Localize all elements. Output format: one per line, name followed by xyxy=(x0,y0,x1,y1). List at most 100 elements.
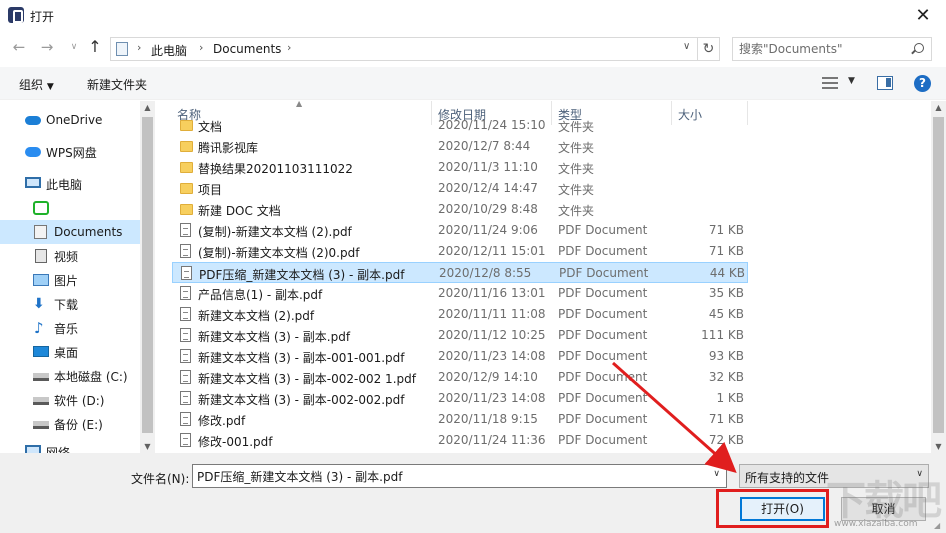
preview-pane-icon[interactable] xyxy=(877,76,893,90)
sidebar-item-desktop[interactable]: 桌面 xyxy=(0,340,140,364)
desktop-icon xyxy=(33,346,49,357)
file-row[interactable]: 修改.pdf 2020/11/18 9:15 PDF Document 71 KB xyxy=(172,409,748,430)
scroll-up-icon[interactable]: ▲ xyxy=(931,103,946,112)
file-row[interactable]: 替换结果20201103111022 2020/11/3 11:10 文件夹 xyxy=(172,157,748,178)
scroll-down-icon[interactable]: ▼ xyxy=(931,442,946,451)
sort-ascending-icon: ▲ xyxy=(296,101,303,108)
scrollbar-thumb[interactable] xyxy=(933,117,944,433)
address-bar[interactable]: › 此电脑 › Documents › ∨ xyxy=(110,37,698,61)
file-date: 2020/12/8 8:55 xyxy=(439,266,532,280)
help-icon[interactable]: ? xyxy=(914,75,931,92)
scrollbar-thumb[interactable] xyxy=(142,117,153,433)
file-date: 2020/12/9 14:10 xyxy=(438,370,538,384)
file-name: 新建文本文档 (3) - 副本-002-002.pdf xyxy=(198,393,405,407)
arrow-left-icon[interactable]: ← xyxy=(11,39,27,55)
file-date: 2020/11/24 11:36 xyxy=(438,433,546,447)
file-date: 2020/11/23 14:08 xyxy=(438,391,546,405)
arrow-up-icon[interactable]: ↑ xyxy=(87,39,103,55)
sidebar-item-music[interactable]: ♪ 音乐 xyxy=(0,316,140,340)
file-row[interactable]: 新建文本文档 (3) - 副本.pdf 2020/11/12 10:25 PDF D… xyxy=(172,325,748,346)
file-date: 2020/11/16 13:01 xyxy=(438,286,546,300)
file-row[interactable]: 腾讯影视库 2020/12/7 8:44 文件夹 xyxy=(172,136,748,157)
file-list-scrollbar[interactable]: ▲ ▼ xyxy=(931,101,946,453)
file-type: PDF Document xyxy=(558,223,648,237)
address-dropdown-icon[interactable]: ∨ xyxy=(683,41,690,52)
file-row[interactable]: 新建文本文档 (2).pdf 2020/11/11 11:08 PDF Docume… xyxy=(172,304,748,325)
sidebar-item-downloads[interactable]: ⬇ 下载 xyxy=(0,292,140,316)
search-icon[interactable] xyxy=(914,43,924,53)
file-row[interactable]: (复制)-新建文本文档 (2).pdf 2020/11/24 9:06 PDF Do… xyxy=(172,220,748,241)
file-size: 72 KB xyxy=(708,433,744,447)
sidebar-item-wps[interactable]: WPS网盘 xyxy=(0,140,140,164)
filename-combobox[interactable]: ∨ xyxy=(192,464,727,488)
sidebar-item-label: Documents xyxy=(54,225,123,239)
file-row[interactable]: (复制)-新建文本文档 (2)0.pdf 2020/12/11 15:01 PDF … xyxy=(172,241,748,262)
file-type: PDF Document xyxy=(558,433,648,447)
sidebar-item-videos[interactable]: 视频 xyxy=(0,244,140,268)
refresh-icon[interactable]: ↻ xyxy=(698,37,720,61)
navigation-scrollbar[interactable]: ▲ ▼ xyxy=(140,101,155,453)
pdf-file-icon xyxy=(180,433,191,447)
file-type: 文件夹 xyxy=(558,204,595,218)
view-dropdown-icon[interactable]: ▼ xyxy=(848,76,855,86)
chevron-down-icon[interactable]: ∨ xyxy=(66,39,82,55)
file-name: 新建 DOC 文档 xyxy=(198,204,281,218)
file-type: PDF Document xyxy=(558,328,648,342)
new-folder-button[interactable]: 新建文件夹 xyxy=(87,76,147,93)
breadcrumb-this-pc[interactable]: 此电脑 xyxy=(151,42,187,59)
breadcrumb-separator-icon[interactable]: › xyxy=(137,41,141,54)
close-button[interactable]: ✕ xyxy=(900,0,946,31)
sidebar-item-drive-d[interactable]: 软件 (D:) xyxy=(0,388,140,412)
file-row[interactable]: PDF压缩_新建文本文档 (3) - 副本.pdf 2020/12/8 8:55 P… xyxy=(172,262,748,283)
sidebar-item-this-pc[interactable]: 此电脑 xyxy=(0,172,140,196)
arrow-right-icon[interactable]: → xyxy=(39,39,55,55)
pdf-file-icon xyxy=(180,286,191,300)
file-type: PDF Document xyxy=(558,244,648,258)
file-type: PDF Document xyxy=(558,412,648,426)
sidebar-item-onedrive[interactable]: OneDrive xyxy=(0,108,140,132)
caret-down-icon: ▼ xyxy=(46,82,54,92)
sidebar-item-pictures[interactable]: 图片 xyxy=(0,268,140,292)
file-date: 2020/11/24 9:06 xyxy=(438,223,538,237)
view-options-icon[interactable] xyxy=(822,76,838,90)
file-date: 2020/10/29 8:48 xyxy=(438,202,538,216)
scroll-up-icon[interactable]: ▲ xyxy=(140,103,155,112)
search-input[interactable] xyxy=(739,41,899,57)
file-name: 腾讯影视库 xyxy=(198,141,259,155)
file-row[interactable]: 修改-001.pdf 2020/11/24 11:36 PDF Document 72… xyxy=(172,430,748,451)
breadcrumb-separator-icon[interactable]: › xyxy=(287,41,291,54)
chevron-down-icon[interactable]: ∨ xyxy=(713,469,720,479)
sidebar-item-drive-e[interactable]: 备份 (E:) xyxy=(0,412,140,436)
file-row[interactable]: 新建 DOC 文档 2020/10/29 8:48 文件夹 xyxy=(172,199,748,220)
file-size: 71 KB xyxy=(708,412,744,426)
file-type: PDF Document xyxy=(558,307,648,321)
sidebar-item-documents[interactable]: Documents xyxy=(0,220,140,244)
search-box[interactable] xyxy=(732,37,932,61)
file-type: 文件夹 xyxy=(558,141,595,155)
app-icon xyxy=(8,7,24,23)
breadcrumb-separator-icon[interactable]: › xyxy=(199,41,203,54)
download-icon: ⬇ xyxy=(33,296,45,312)
file-name: 修改-001.pdf xyxy=(198,435,273,449)
sidebar-item-app[interactable] xyxy=(0,196,140,220)
filename-input[interactable] xyxy=(197,468,697,484)
file-row[interactable]: 文档 2020/11/24 15:10 文件夹 xyxy=(172,115,748,136)
pdf-file-icon xyxy=(180,307,191,321)
file-row[interactable]: 新建文本文档 (3) - 副本-001-001.pdf 2020/11/23 14… xyxy=(172,346,748,367)
drive-icon xyxy=(33,373,49,381)
file-row[interactable]: 新建文本文档 (3) - 副本-002-002.pdf 2020/11/23 14… xyxy=(172,388,748,409)
file-date: 2020/11/12 10:25 xyxy=(438,328,546,342)
folder-icon xyxy=(180,120,193,131)
file-name: PDF压缩_新建文本文档 (3) - 副本.pdf xyxy=(199,268,405,282)
file-row[interactable]: 项目 2020/12/4 14:47 文件夹 xyxy=(172,178,748,199)
organize-button[interactable]: 组织 ▼ xyxy=(19,76,54,93)
scroll-down-icon[interactable]: ▼ xyxy=(140,442,155,451)
sidebar-item-drive-c[interactable]: 本地磁盘 (C:) xyxy=(0,364,140,388)
pdf-file-icon xyxy=(180,370,191,384)
file-row[interactable]: 新建文本文档 (3) - 副本-002-002 1.pdf 2020/12/9 1… xyxy=(172,367,748,388)
file-date: 2020/11/18 9:15 xyxy=(438,412,538,426)
sidebar-item-network[interactable]: 网络 xyxy=(0,440,140,453)
file-row[interactable]: 产品信息(1) - 副本.pdf 2020/11/16 13:01 PDF Docu… xyxy=(172,283,748,304)
filter-value: 所有支持的文件 xyxy=(745,471,830,485)
breadcrumb-documents[interactable]: Documents xyxy=(213,42,281,56)
